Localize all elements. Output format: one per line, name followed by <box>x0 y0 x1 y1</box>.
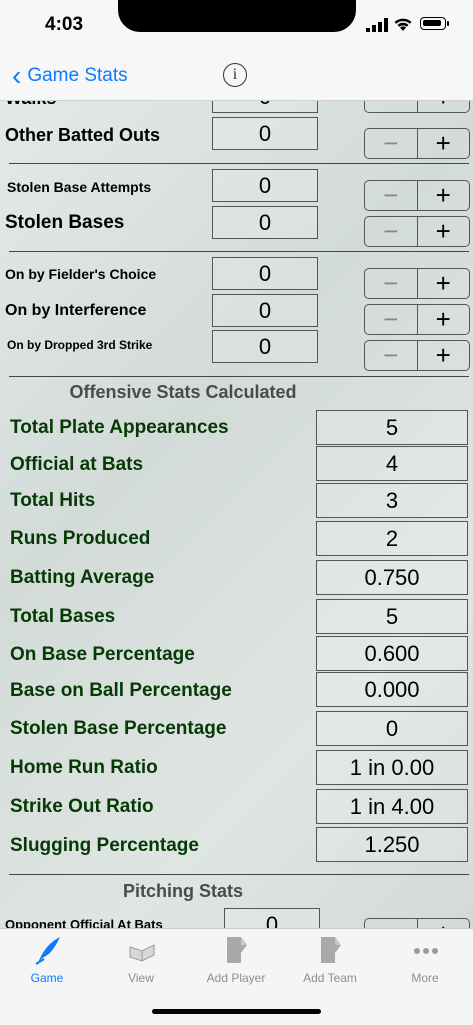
entry-label: Opponent Official At Bats <box>5 917 163 928</box>
stat-label: Runs Produced <box>10 528 151 549</box>
increment-button[interactable]: + <box>418 217 470 246</box>
feather-quill-icon <box>35 937 60 965</box>
stat-label: Official at Bats <box>10 454 144 475</box>
stat-label: Batting Average <box>10 567 155 588</box>
document-arrow-icon <box>321 937 341 963</box>
divider <box>9 376 469 377</box>
tab-more[interactable]: More <box>378 929 472 999</box>
tab-game[interactable]: Game <box>0 929 94 999</box>
offensive-stats-title: Offensive Stats Calculated <box>69 382 297 402</box>
decrement-button[interactable]: − <box>365 305 418 334</box>
stat-label: Total Plate Appearances <box>10 417 229 438</box>
increment-button[interactable]: + <box>418 100 470 112</box>
status-bar: 4:03 <box>0 0 473 52</box>
entry-value-field[interactable]: 0 <box>212 206 318 239</box>
opponent-at-bats-stepper[interactable]: − + <box>364 918 470 928</box>
entry-value-field[interactable]: 0 <box>212 117 318 150</box>
decrement-button[interactable]: − <box>365 919 418 928</box>
tab-label: Game <box>30 971 64 985</box>
signal-icon <box>366 18 388 32</box>
increment-button[interactable]: + <box>418 129 470 158</box>
battery-icon <box>420 17 446 30</box>
entry-label: Other Batted Outs <box>5 125 161 145</box>
stat-label: Base on Ball Percentage <box>10 680 232 701</box>
entry-value-field[interactable]: 0 <box>212 294 318 327</box>
stat-value: 0.600 <box>316 636 468 671</box>
battery-cap <box>447 21 449 26</box>
entry-label: Stolen Base Attempts <box>7 179 152 195</box>
stat-label: Strike Out Ratio <box>10 796 154 817</box>
entry-label: Walks <box>5 100 56 109</box>
other-batted-outs-stepper[interactable]: − + <box>364 128 470 159</box>
back-button[interactable]: ‹ Game Stats <box>12 62 128 90</box>
tab-label: Add Team <box>303 971 357 985</box>
status-time: 4:03 <box>45 14 84 35</box>
tab-label: View <box>128 971 154 985</box>
stats-content[interactable]: Walks 0 − + Other Batted Outs 0 − + Stol… <box>0 100 473 928</box>
decrement-button[interactable]: − <box>365 129 418 158</box>
entry-value-field[interactable]: 0 <box>212 257 318 290</box>
open-book-icon <box>129 944 155 962</box>
decrement-button[interactable]: − <box>365 217 418 246</box>
tab-label: More <box>411 971 439 985</box>
navigation-bar: ‹ Game Stats i <box>0 52 473 101</box>
entry-value-field[interactable]: 0 <box>212 169 318 202</box>
notch <box>118 0 356 32</box>
entry-value-field[interactable]: 0 <box>212 330 318 363</box>
increment-button[interactable]: + <box>418 269 470 298</box>
stat-value: 5 <box>316 410 468 445</box>
wifi-icon <box>394 18 412 31</box>
stat-label: Total Bases <box>10 606 116 627</box>
increment-button[interactable]: + <box>418 305 470 334</box>
increment-button[interactable]: + <box>418 919 470 928</box>
back-button-label: Game Stats <box>27 65 128 86</box>
info-circle-icon[interactable]: i <box>223 63 247 87</box>
stat-label: Stolen Base Percentage <box>10 718 227 739</box>
stat-value: 1 in 4.00 <box>316 789 468 824</box>
entry-label: Stolen Bases <box>5 212 125 233</box>
stat-label: Slugging Percentage <box>10 835 199 856</box>
increment-button[interactable]: + <box>418 341 470 370</box>
document-arrow-icon <box>227 937 247 963</box>
stolen-base-attempts-stepper[interactable]: − + <box>364 180 470 211</box>
decrement-button[interactable]: − <box>365 181 418 210</box>
pitching-stats-title: Pitching Stats <box>122 881 243 901</box>
dropped-third-strike-stepper[interactable]: − + <box>364 340 470 371</box>
increment-button[interactable]: + <box>418 181 470 210</box>
ellipsis-icon <box>414 948 438 954</box>
entry-value-field[interactable]: 0 <box>212 100 318 113</box>
stat-value: 0.750 <box>316 560 468 595</box>
stat-value: 5 <box>316 599 468 634</box>
stat-label: Home Run Ratio <box>10 757 158 778</box>
divider <box>9 251 469 252</box>
stat-value: 0 <box>316 711 468 746</box>
tab-view[interactable]: View <box>94 929 188 999</box>
decrement-button[interactable]: − <box>365 100 418 112</box>
stat-value: 2 <box>316 521 468 556</box>
entry-label: On by Dropped 3rd Strike <box>7 338 153 352</box>
stat-label: Total Hits <box>10 490 96 511</box>
chevron-left-icon: ‹ <box>12 60 22 91</box>
tab-add-player[interactable]: Add Player <box>189 929 283 999</box>
decrement-button[interactable]: − <box>365 269 418 298</box>
entry-value-field[interactable]: 0 <box>224 908 320 928</box>
interference-stepper[interactable]: − + <box>364 304 470 335</box>
tab-label: Add Player <box>206 971 266 985</box>
decrement-button[interactable]: − <box>365 341 418 370</box>
home-indicator[interactable] <box>152 1009 321 1014</box>
stat-value: 1 in 0.00 <box>316 750 468 785</box>
fielders-choice-stepper[interactable]: − + <box>364 268 470 299</box>
entry-label: On by Fielder's Choice <box>5 266 157 282</box>
tab-add-team[interactable]: Add Team <box>283 929 377 999</box>
stat-label: On Base Percentage <box>10 644 195 665</box>
entry-label: On by Interference <box>5 302 147 319</box>
walks-stepper[interactable]: − + <box>364 100 470 113</box>
stat-value: 4 <box>316 446 468 481</box>
divider <box>9 874 469 875</box>
divider <box>9 163 469 164</box>
stat-value: 3 <box>316 483 468 518</box>
stolen-bases-stepper[interactable]: − + <box>364 216 470 247</box>
stat-value: 1.250 <box>316 827 468 862</box>
stat-value: 0.000 <box>316 672 468 707</box>
